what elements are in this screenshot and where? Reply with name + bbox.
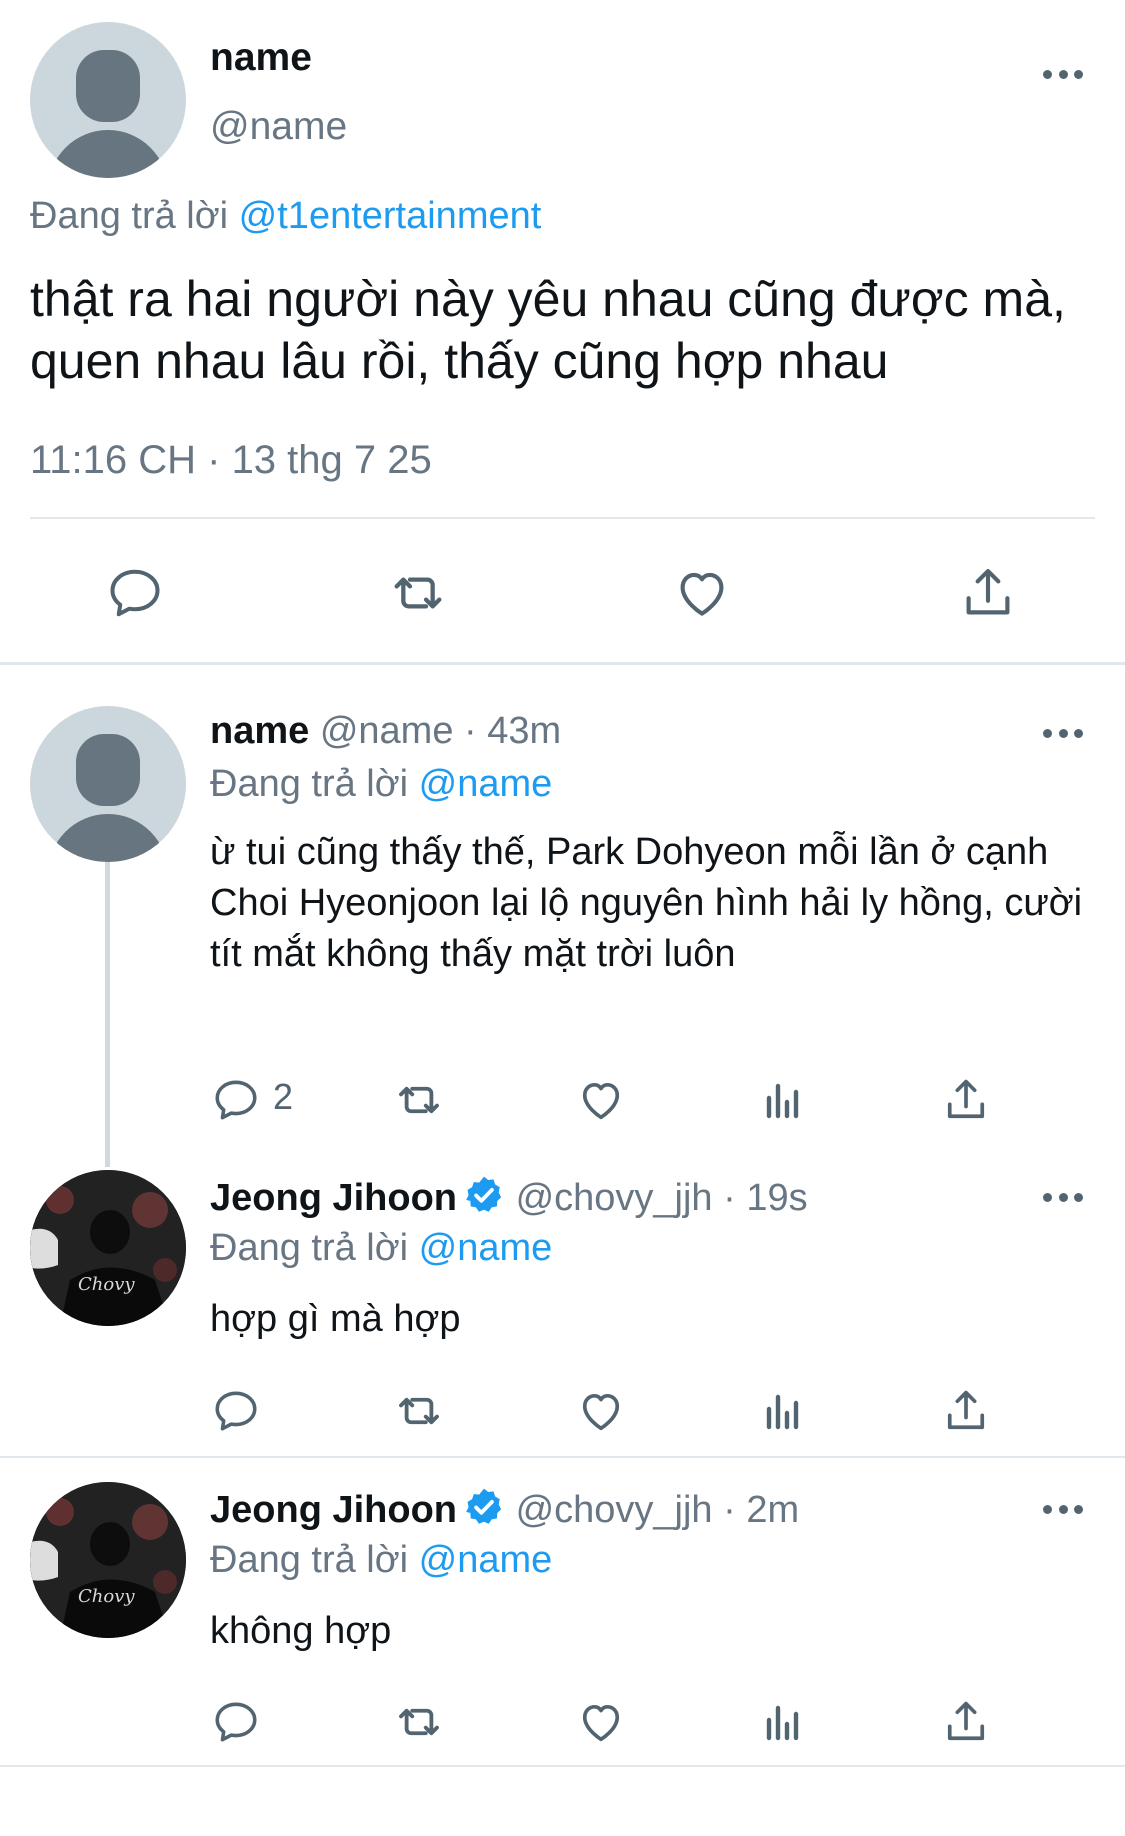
more-options-icon[interactable] [1043, 1503, 1083, 1515]
author-name[interactable]: name [210, 710, 309, 752]
tweet-timestamp[interactable]: 11:16 CH · 13 thg 7 25 [30, 438, 432, 483]
share-icon[interactable] [936, 1381, 996, 1441]
reply-context: Đang trả lời @name [210, 763, 552, 806]
share-icon[interactable] [953, 558, 1023, 628]
tweet-text: thật ra hai người này yêu nhau cũng được… [30, 271, 1066, 389]
avatar-photo-icon: Chovy [30, 1482, 186, 1638]
reply-text: không hợp [210, 1610, 392, 1652]
analytics-icon[interactable] [753, 1381, 813, 1441]
reply-time[interactable]: · 43m [464, 710, 561, 752]
reply-count: 2 [273, 1076, 294, 1117]
share-icon[interactable] [936, 1070, 996, 1130]
avatar[interactable] [30, 22, 186, 178]
more-options-icon[interactable] [1043, 727, 1083, 739]
default-avatar-body-icon [48, 814, 168, 862]
avatar[interactable]: Chovy [30, 1170, 186, 1326]
reply-time[interactable]: · 2m [723, 1489, 799, 1531]
reply-to-link[interactable]: @name [419, 1227, 553, 1269]
retweet-icon[interactable] [389, 1381, 449, 1441]
thread-line [105, 862, 110, 1167]
more-options-icon[interactable] [1043, 1191, 1083, 1203]
default-avatar-body-icon [48, 130, 168, 178]
reply-text: hợp gì mà hợp [210, 1298, 461, 1340]
reply-context-label: Đang trả lời [210, 763, 409, 805]
avatar[interactable]: Chovy [30, 1482, 186, 1638]
reply-context-label: Đang trả lời [210, 1539, 409, 1581]
like-icon[interactable] [571, 1381, 631, 1441]
reply-context-label: Đang trả lời [30, 195, 229, 237]
divider [30, 517, 1095, 519]
like-icon[interactable] [667, 558, 737, 628]
reply-header: Jeong Jihoon @chovy_jjh · 2m [210, 1486, 799, 1532]
retweet-icon[interactable] [383, 558, 453, 628]
author-handle[interactable]: @name [320, 710, 454, 752]
svg-text:Chovy: Chovy [78, 1586, 135, 1607]
like-icon[interactable] [571, 1692, 631, 1752]
verified-badge-icon [466, 1176, 502, 1212]
more-options-icon[interactable] [1043, 68, 1083, 80]
reply-header: name @name · 43m [210, 710, 561, 753]
reply-context: Đang trả lời @t1entertainment [30, 195, 541, 238]
analytics-icon[interactable] [753, 1692, 813, 1752]
author-handle[interactable]: @chovy_jjh [516, 1489, 713, 1531]
divider [0, 1765, 1125, 1767]
reply-icon[interactable] [100, 558, 170, 628]
avatar-photo-icon: Chovy [30, 1170, 186, 1326]
verified-badge-icon [466, 1488, 502, 1524]
reply-header: Jeong Jihoon @chovy_jjh · 19s [210, 1174, 808, 1220]
analytics-icon[interactable] [753, 1070, 813, 1130]
reply-icon[interactable] [206, 1381, 266, 1441]
divider [0, 1456, 1125, 1458]
author-name[interactable]: Jeong Jihoon [210, 1177, 457, 1219]
reply-icon[interactable] [206, 1070, 266, 1130]
reply-text: ừ tui cũng thấy thế, Park Dohyeon mỗi lầ… [210, 831, 1083, 975]
reply-context: Đang trả lời @name [210, 1227, 552, 1270]
share-icon[interactable] [936, 1692, 996, 1752]
section-divider [0, 662, 1125, 665]
svg-text:Chovy: Chovy [78, 1274, 135, 1295]
author-name[interactable]: Jeong Jihoon [210, 1489, 457, 1531]
reply-context: Đang trả lời @name [210, 1539, 552, 1582]
reply-time[interactable]: · 19s [723, 1177, 807, 1219]
like-icon[interactable] [571, 1070, 631, 1130]
reply-to-link[interactable]: @name [419, 1539, 553, 1581]
author-name[interactable]: name [210, 36, 312, 80]
reply-to-link[interactable]: @t1entertainment [239, 195, 542, 237]
author-handle[interactable]: @name [210, 105, 347, 149]
reply-context-label: Đang trả lời [210, 1227, 409, 1269]
avatar[interactable] [30, 706, 186, 862]
default-avatar-head-icon [76, 734, 140, 806]
reply-to-link[interactable]: @name [419, 763, 553, 805]
reply-icon[interactable] [206, 1692, 266, 1752]
retweet-icon[interactable] [389, 1070, 449, 1130]
author-handle[interactable]: @chovy_jjh [516, 1177, 713, 1219]
default-avatar-head-icon [76, 50, 140, 122]
retweet-icon[interactable] [389, 1692, 449, 1752]
